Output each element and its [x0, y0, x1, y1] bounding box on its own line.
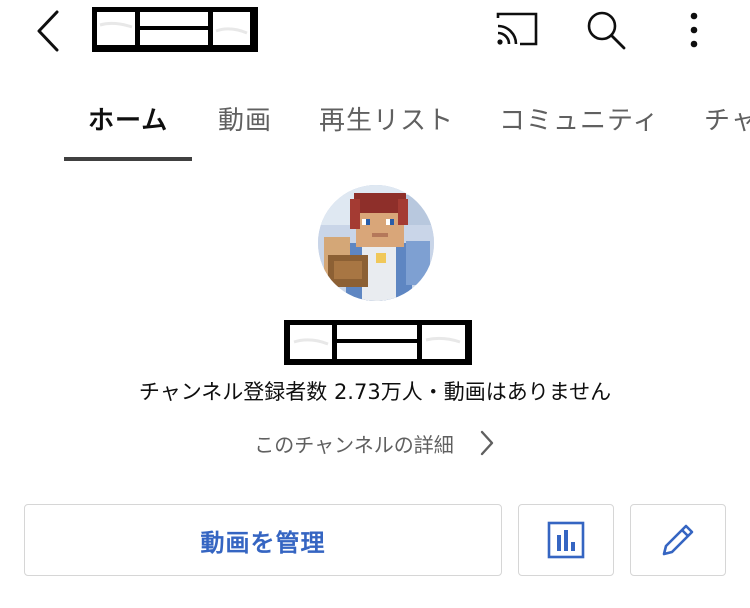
- channel-details-link[interactable]: このチャンネルの詳細: [0, 428, 750, 458]
- cast-icon: [496, 12, 538, 46]
- chevron-left-icon: [37, 10, 59, 52]
- back-button[interactable]: [28, 8, 68, 54]
- search-icon: [587, 11, 626, 50]
- tab-community[interactable]: コミュニティ: [499, 100, 659, 137]
- more-options-button[interactable]: [672, 8, 716, 52]
- active-tab-indicator: [64, 157, 192, 161]
- analytics-button[interactable]: [518, 504, 614, 576]
- tab-home[interactable]: ホーム: [88, 100, 168, 137]
- channel-details-label: このチャンネルの詳細: [254, 432, 454, 457]
- channel-title-redacted: [92, 7, 258, 52]
- more-vertical-icon: [690, 12, 698, 48]
- channel-name-redacted: [284, 320, 472, 365]
- tab-channels[interactable]: チャ: [704, 100, 750, 137]
- cast-button[interactable]: [494, 10, 540, 50]
- chevron-right-icon: [480, 430, 493, 456]
- edit-channel-button[interactable]: [630, 504, 726, 576]
- channel-stats: チャンネル登録者数 2.73万人・動画はありません: [138, 380, 612, 404]
- top-app-bar: [0, 0, 750, 62]
- channel-avatar[interactable]: [318, 185, 434, 301]
- manage-videos-button[interactable]: 動画を管理: [24, 504, 502, 576]
- bar-chart-icon: [547, 521, 585, 559]
- pencil-icon: [662, 524, 694, 556]
- tab-videos[interactable]: 動画: [218, 100, 272, 137]
- manage-videos-label: 動画を管理: [200, 528, 326, 557]
- tab-playlists[interactable]: 再生リスト: [319, 100, 454, 137]
- channel-tabs: ホーム 動画 再生リスト コミュニティ チャ: [0, 82, 750, 162]
- search-button[interactable]: [583, 8, 629, 52]
